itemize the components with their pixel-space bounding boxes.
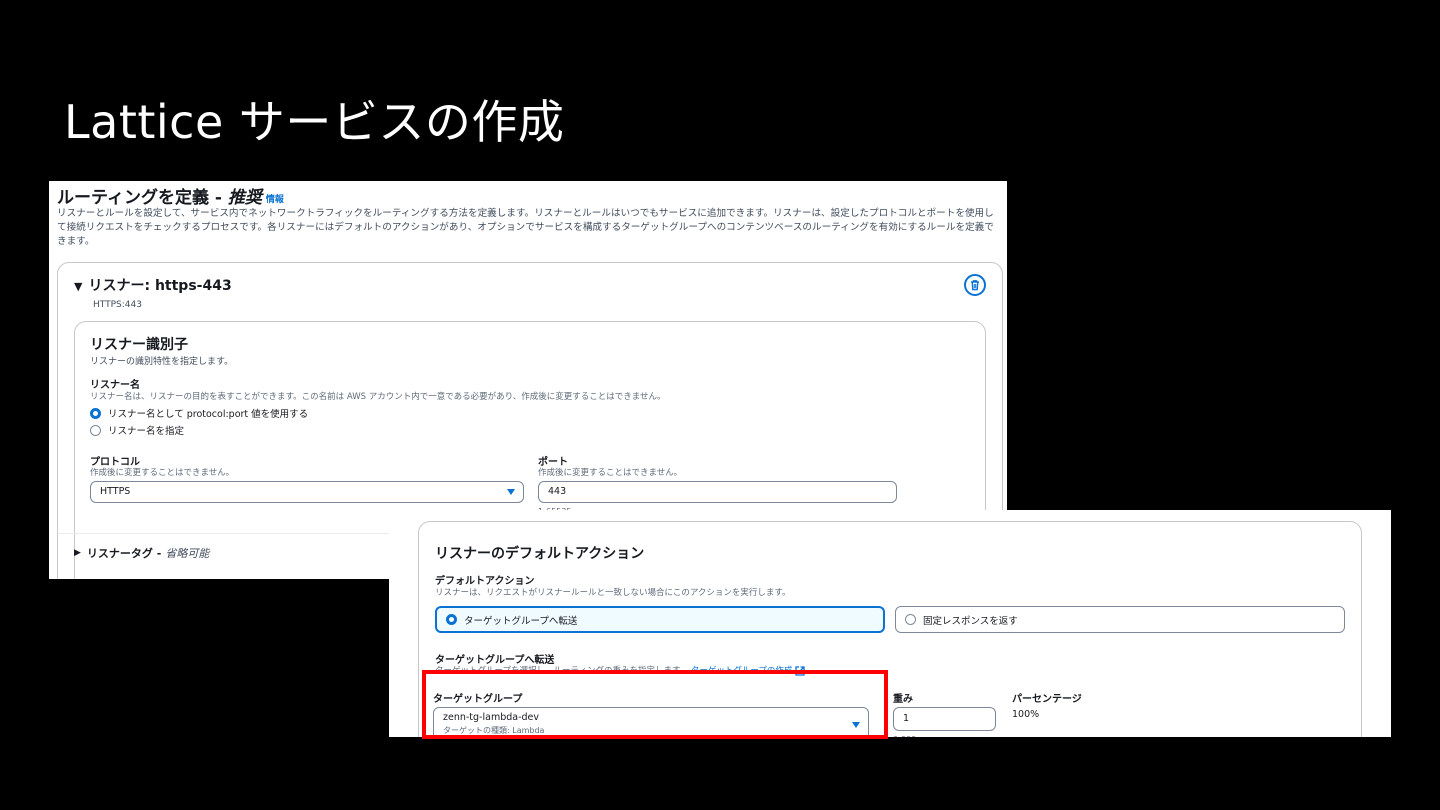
option-fixed-response[interactable]: 固定レスポンスを返す [895,606,1345,633]
caret-right-icon: ▶ [74,548,81,558]
caret-down-icon [507,489,515,495]
radio-empty-icon [905,614,916,625]
port-input[interactable]: 443 [538,481,897,503]
radio-empty-icon [90,424,101,436]
weight-input[interactable]: 1 [893,707,996,731]
radio-custom-name[interactable]: リスナー名を指定 [90,423,184,437]
radio-selected-icon [446,614,457,625]
percentage-label: パーセンテージ [1012,694,1082,705]
default-action-hint: リスナーは、リクエストがリスナールールと一致しない場合にこのアクションを実行しま… [435,588,791,598]
weight-label: 重み [893,694,913,705]
radio-protocol-port[interactable]: リスナー名として protocol:port 値を使用する [90,406,308,420]
listener-expander[interactable]: ▼ リスナー: https-443 [74,275,232,295]
slide-title: Lattice サービスの作成 [64,95,565,149]
routing-heading: ルーティングを定義 - 推奨 情報 [57,188,284,208]
radio-selected-icon [90,407,101,419]
option-forward-target-group[interactable]: ターゲットグループへ転送 [435,606,885,633]
listener-tags-expander[interactable]: ▶ リスナータグ - 省略可能 [74,545,209,561]
default-action-label: デフォルトアクション [435,576,535,587]
identifier-subtitle: リスナーの識別特性を指定します。 [90,357,234,367]
info-link[interactable]: 情報 [266,195,284,205]
port-hint: 作成後に変更することはできません。 [538,468,683,478]
listener-subtitle: HTTPS:443 [93,300,142,310]
default-action-title: リスナーのデフォルトアクション [435,546,645,562]
trash-icon [971,280,979,291]
listener-name-label: リスナー名 [90,380,140,391]
protocol-hint: 作成後に変更することはできません。 [90,468,235,478]
identifier-title: リスナー識別子 [90,337,188,353]
routing-description: リスナーとルールを設定して、サービス内でネットワークトラフィックをルーティングす… [57,208,994,247]
delete-listener-button[interactable] [964,274,986,296]
listener-name-hint: リスナー名は、リスナーの目的を表すことができます。この名前は AWS アカウント… [90,392,666,402]
protocol-select[interactable]: HTTPS [90,481,524,503]
weight-range-hint: 0-999 [893,735,916,737]
caret-down-icon: ▼ [74,280,83,293]
highlight-box [422,670,888,739]
percentage-value: 100% [1012,709,1040,720]
